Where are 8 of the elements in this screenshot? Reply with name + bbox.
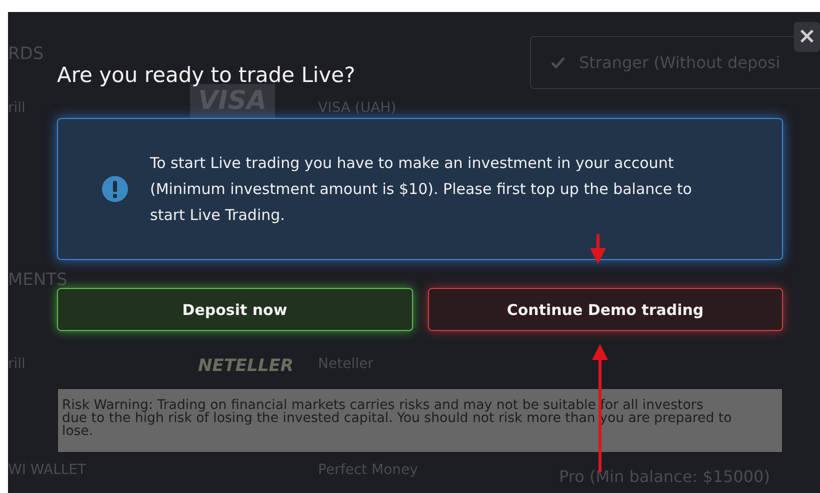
payment-logo: NETELLER xyxy=(197,355,294,378)
annotation-arrow xyxy=(590,234,606,264)
info-message: To start Live trading you have to make an investment in your account (Minimum investment amount is $10). Please first top up the balance to start Live Trading. xyxy=(150,153,693,226)
exclamation-icon xyxy=(102,176,128,202)
close-button[interactable]: × xyxy=(794,22,820,52)
demo-button[interactable]: Continue Demo trading xyxy=(428,288,783,331)
deposit-button[interactable]: Deposit now xyxy=(57,288,412,331)
risk-warning: Risk Warning: Trading on financial markets carries risks and may not be suitable for all investors due to the high risk of losing the invested capital. You should not risk more than you are prepared to lose. xyxy=(57,388,783,453)
